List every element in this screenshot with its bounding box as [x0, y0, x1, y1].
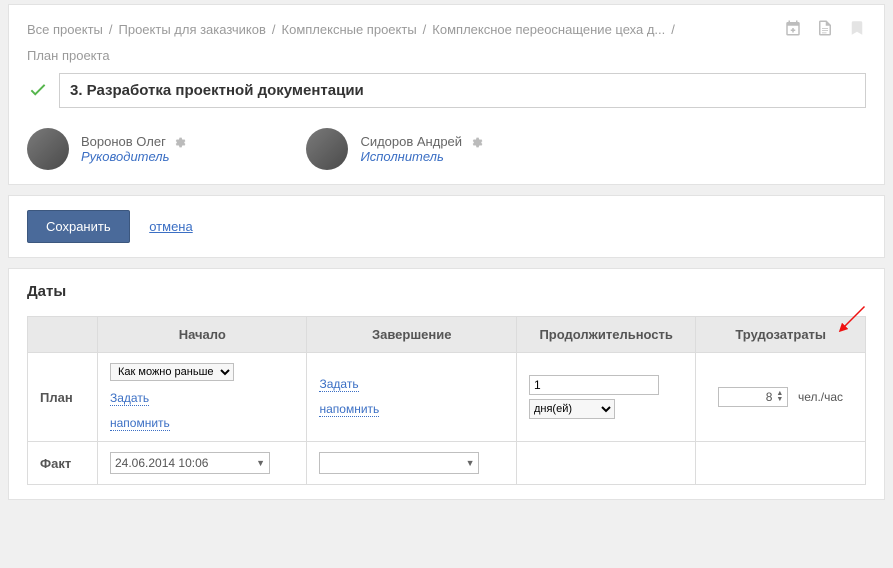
- actions-panel: Сохранить отмена: [8, 195, 885, 258]
- row-plan: План Как можно раньше Задать напомнить З…: [28, 353, 866, 442]
- set-finish-link[interactable]: Задать: [319, 377, 358, 392]
- person-role: Руководитель: [81, 149, 186, 164]
- cancel-link[interactable]: отмена: [149, 219, 192, 234]
- col-effort: Трудозатраты: [696, 317, 866, 353]
- dates-panel: Даты Начало Завершение Продолжительность…: [8, 268, 885, 500]
- person-name: Воронов Олег: [81, 134, 166, 149]
- save-button[interactable]: Сохранить: [27, 210, 130, 243]
- col-start: Начало: [98, 317, 307, 353]
- crumb-client-projects[interactable]: Проекты для заказчиков: [119, 22, 266, 37]
- fact-finish-date-combo[interactable]: ▼: [319, 452, 479, 474]
- dates-table: Начало Завершение Продолжительность Труд…: [27, 316, 866, 485]
- fact-start-date-combo[interactable]: 24.06.2014 10:06 ▼: [110, 452, 270, 474]
- avatar: [27, 128, 69, 170]
- person-executor: Сидоров Андрей Исполнитель: [306, 128, 482, 170]
- row-fact: Факт 24.06.2014 10:06 ▼ ▼: [28, 442, 866, 485]
- row-fact-header: Факт: [28, 442, 98, 485]
- gear-icon[interactable]: [470, 136, 483, 149]
- person-role: Исполнитель: [360, 149, 482, 164]
- effort-value: 8: [766, 390, 773, 404]
- avatar: [306, 128, 348, 170]
- document-icon[interactable]: [816, 19, 834, 40]
- start-mode-select[interactable]: Как можно раньше: [110, 363, 234, 381]
- effort-spinner[interactable]: 8 ▲▼: [718, 387, 788, 407]
- dates-heading: Даты: [27, 283, 866, 300]
- calendar-add-icon[interactable]: [784, 19, 802, 40]
- col-duration: Продолжительность: [516, 317, 695, 353]
- task-title-input[interactable]: [59, 73, 866, 108]
- crumb-complex-projects[interactable]: Комплексные проекты: [282, 22, 417, 37]
- remind-finish-link[interactable]: напомнить: [319, 402, 379, 417]
- duration-input[interactable]: [529, 375, 659, 395]
- breadcrumb-subtitle: План проекта: [27, 48, 866, 63]
- row-plan-header: План: [28, 353, 98, 442]
- check-icon: [27, 80, 49, 102]
- person-name: Сидоров Андрей: [360, 134, 462, 149]
- remind-start-link[interactable]: напомнить: [110, 416, 170, 431]
- chevron-down-icon: ▼: [466, 458, 475, 468]
- person-leader: Воронов Олег Руководитель: [27, 128, 186, 170]
- col-finish: Завершение: [307, 317, 516, 353]
- set-start-link[interactable]: Задать: [110, 391, 149, 406]
- crumb-current-project[interactable]: Комплексное переоснащение цеха д...: [432, 22, 665, 37]
- people-row: Воронов Олег Руководитель Сидоров Андрей…: [27, 128, 866, 170]
- breadcrumb: Все проекты / Проекты для заказчиков / К…: [27, 19, 866, 40]
- duration-unit-select[interactable]: дня(ей): [529, 399, 615, 419]
- effort-unit-label: чел./час: [798, 390, 843, 404]
- fact-start-value: 24.06.2014 10:06: [115, 456, 208, 470]
- gear-icon[interactable]: [173, 136, 186, 149]
- header-panel: Все проекты / Проекты для заказчиков / К…: [8, 4, 885, 185]
- crumb-all-projects[interactable]: Все проекты: [27, 22, 103, 37]
- chevron-down-icon: ▼: [256, 458, 265, 468]
- bookmark-icon[interactable]: [848, 19, 866, 40]
